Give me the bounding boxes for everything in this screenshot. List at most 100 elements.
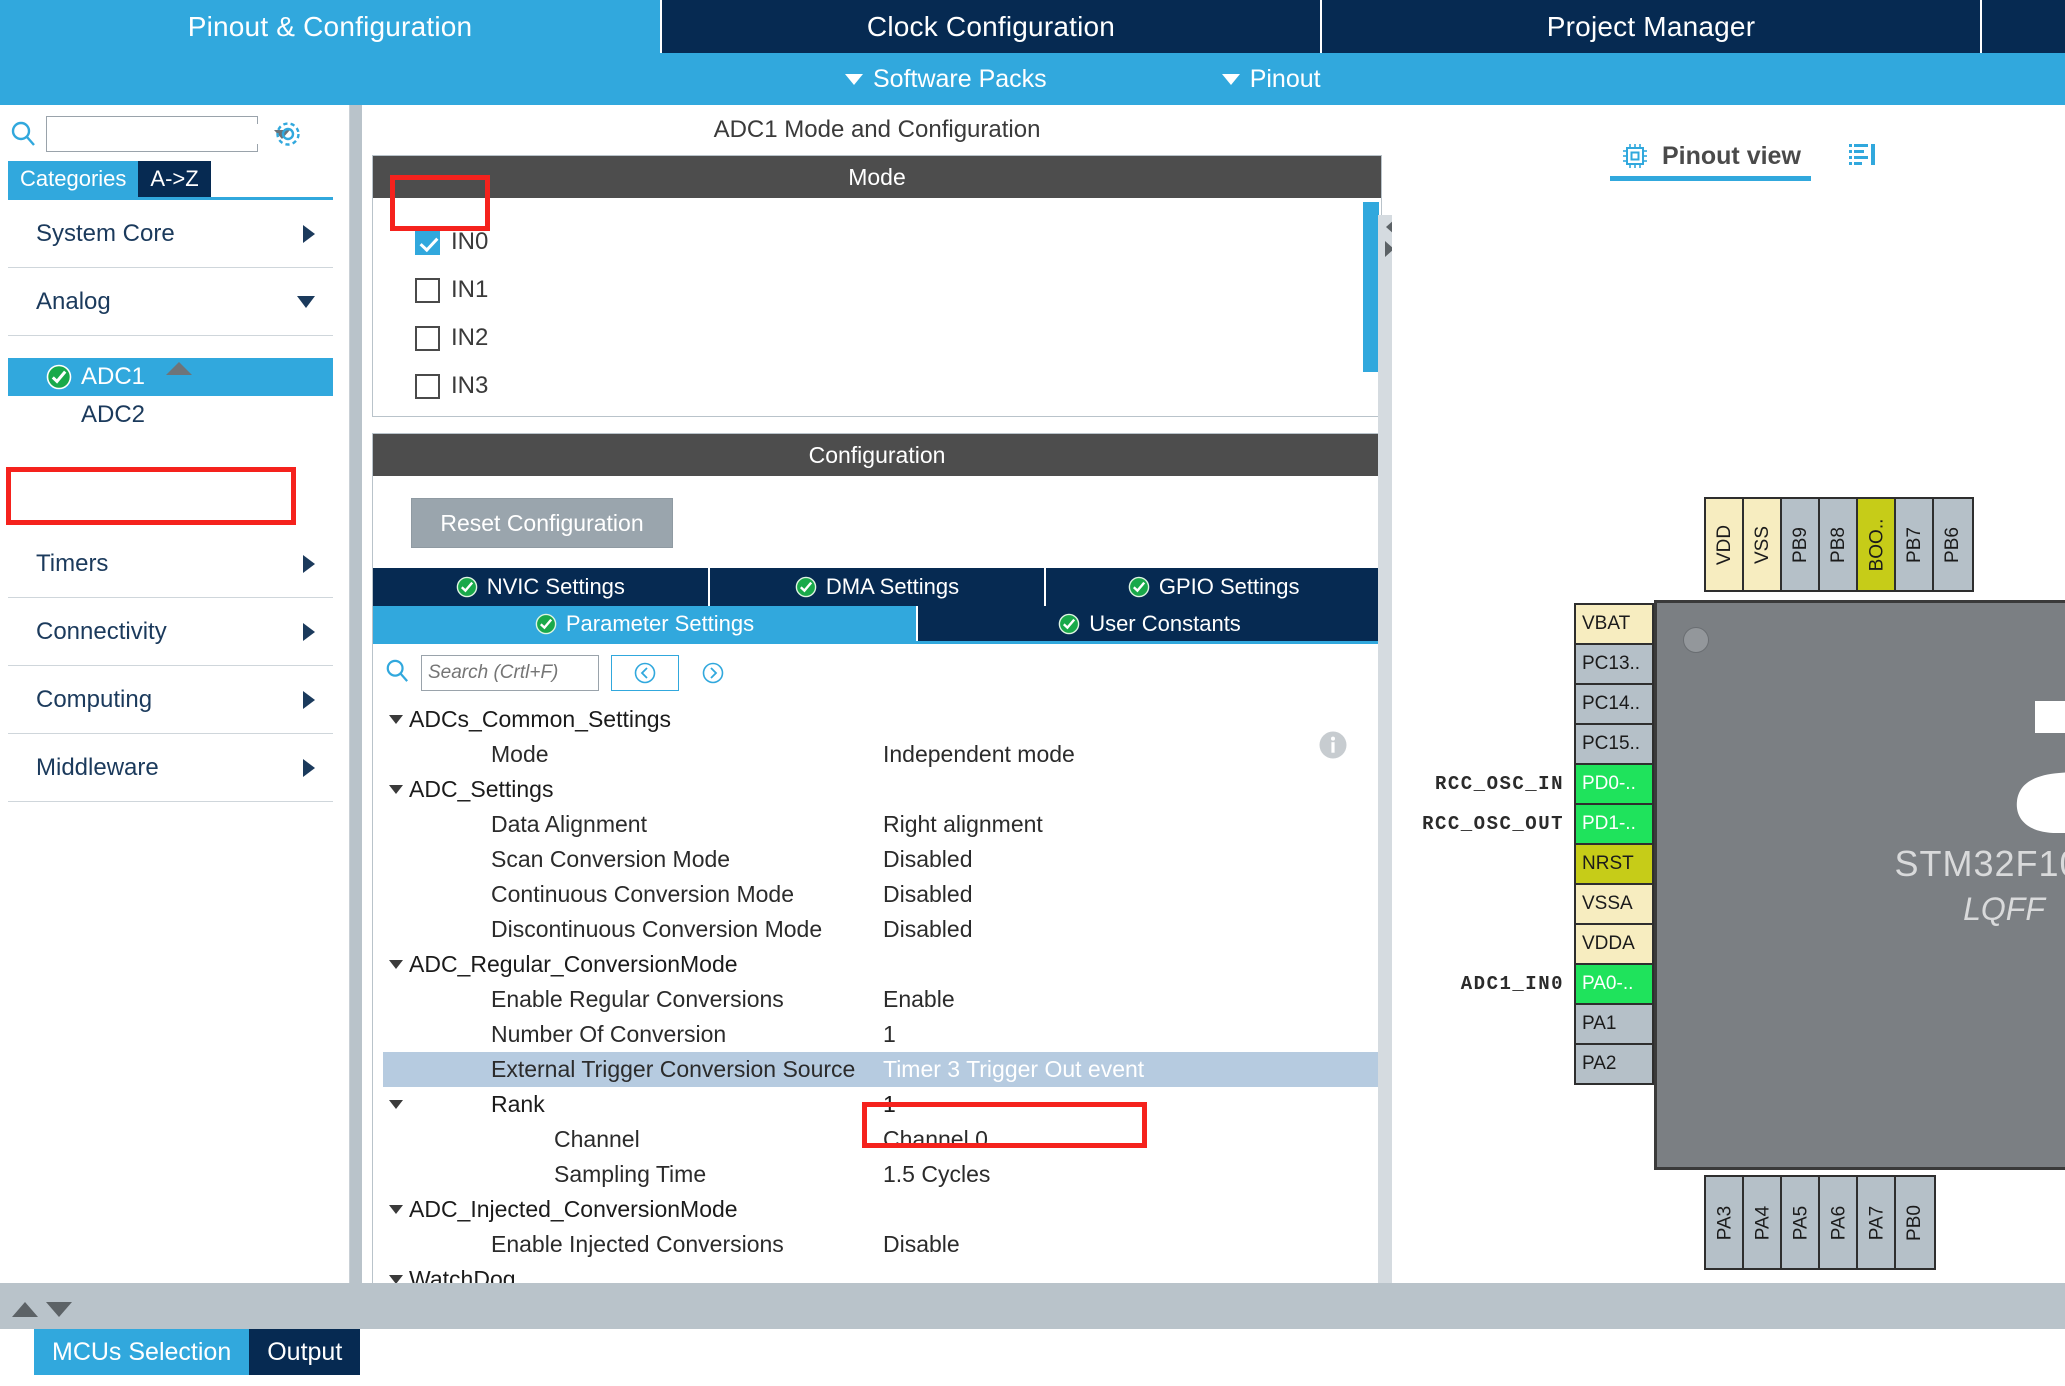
chevron-down-icon[interactable] (383, 1100, 409, 1109)
param-row-continuous-conversion-mode[interactable]: Continuous Conversion Mode Disabled (383, 877, 1381, 912)
pin-bottom[interactable]: PA7 (1856, 1175, 1898, 1270)
chevron-right-circle-icon (700, 660, 726, 686)
chevron-down-icon[interactable] (383, 960, 409, 969)
scroll-up-icon[interactable] (12, 1302, 38, 1317)
tab-system-view[interactable] (1847, 141, 1877, 177)
param-label: ADC_Regular_ConversionMode (409, 951, 738, 978)
param-row-enable-regular-conversions[interactable]: Enable Regular Conversions Enable (383, 982, 1381, 1017)
pin-top[interactable]: VSS (1742, 497, 1784, 592)
tab-mcus-selection[interactable]: MCUs Selection (34, 1329, 249, 1375)
scroll-up-icon[interactable] (166, 362, 192, 375)
pin-left[interactable]: VDDA (1574, 923, 1654, 965)
param-value: Channel 0 (883, 1126, 988, 1153)
search-previous-button[interactable] (611, 655, 679, 691)
param-row-external-trigger-conversion-source[interactable]: External Trigger Conversion Source Timer… (383, 1052, 1381, 1087)
sidebar-item-connectivity[interactable]: Connectivity (8, 598, 333, 666)
settings-gear-button[interactable] (268, 114, 308, 154)
pin-top[interactable]: PB6 (1932, 497, 1974, 592)
tab-nvic-settings[interactable]: NVIC Settings (373, 568, 710, 606)
pin-top[interactable]: BOO.. (1856, 497, 1898, 592)
param-value[interactable]: Timer 3 Trigger Out event (883, 1056, 1144, 1083)
param-row-enable-injected-conversions[interactable]: Enable Injected Conversions Disable (383, 1227, 1381, 1262)
scroll-down-icon[interactable] (46, 1302, 72, 1317)
tab-output[interactable]: Output (249, 1329, 360, 1375)
checkbox-row-in3[interactable]: IN3 (415, 362, 1381, 410)
checkbox-in1[interactable] (415, 278, 440, 303)
pin-top[interactable]: PB7 (1894, 497, 1936, 592)
pin-left[interactable]: PC15.. (1574, 723, 1654, 765)
checkbox-in0[interactable] (415, 230, 440, 255)
pin-left[interactable]: PA1 (1574, 1003, 1654, 1045)
pin-left[interactable]: PC13.. (1574, 643, 1654, 685)
tab-pinout-view[interactable]: Pinout view (1620, 141, 1801, 177)
pin-bottom[interactable]: PA5 (1780, 1175, 1822, 1270)
pin-top[interactable]: PB8 (1818, 497, 1860, 592)
param-group-adc-regular-conversionmode[interactable]: ADC_Regular_ConversionMode (383, 947, 1381, 982)
tab-project-manager[interactable]: Project Manager (1322, 0, 1982, 53)
pin-bottom[interactable]: PB0 (1894, 1175, 1936, 1270)
tab-gpio-settings[interactable]: GPIO Settings (1046, 568, 1381, 606)
chevron-down-icon[interactable] (383, 1205, 409, 1214)
menu-software-packs[interactable]: Software Packs (845, 65, 1047, 94)
pin-bottom[interactable]: PA3 (1704, 1175, 1746, 1270)
tab-clock-configuration[interactable]: Clock Configuration (662, 0, 1322, 53)
param-row-data-alignment[interactable]: Data Alignment Right alignment (383, 807, 1381, 842)
checkbox-row-in0[interactable]: IN0 (415, 218, 1381, 266)
checkbox-in3[interactable] (415, 374, 440, 399)
pin-label: BOO.. (1866, 518, 1888, 571)
param-group-adcs-common-settings[interactable]: ADCs_Common_Settings (383, 702, 1381, 737)
info-button[interactable] (1318, 730, 1348, 760)
checkbox-row-in2[interactable]: IN2 (415, 314, 1381, 362)
checkbox-row-in1[interactable]: IN1 (415, 266, 1381, 314)
sidebar-item-analog[interactable]: Analog (8, 268, 333, 336)
pin-top[interactable]: VDD (1704, 497, 1746, 592)
tab-parameter-settings[interactable]: Parameter Settings (373, 606, 918, 641)
pin-left[interactable]: VBAT (1574, 603, 1654, 645)
search-next-button[interactable] (691, 655, 735, 691)
pin-left[interactable]: PA0-.. (1574, 963, 1654, 1005)
tab-pinout-configuration[interactable]: Pinout & Configuration (0, 0, 662, 53)
pin-left[interactable]: PD1-.. (1574, 803, 1654, 845)
pin-left[interactable]: VSSA (1574, 883, 1654, 925)
pin-left[interactable]: PD0-.. (1574, 763, 1654, 805)
bottom-scroll-bar (0, 1289, 2065, 1329)
sidebar-item-system-core[interactable]: System Core (8, 200, 333, 268)
parameter-search-input[interactable] (428, 662, 592, 684)
tab-output-label: Output (267, 1338, 342, 1367)
pin-left[interactable]: NRST (1574, 843, 1654, 885)
param-row-scan-conversion-mode[interactable]: Scan Conversion Mode Disabled (383, 842, 1381, 877)
center-vertical-scrollbar[interactable] (1378, 215, 1392, 1345)
checkbox-in2[interactable] (415, 326, 440, 351)
param-group-rank[interactable]: Rank 1 (383, 1087, 1381, 1122)
param-group-adc-settings[interactable]: ADC_Settings (383, 772, 1381, 807)
sidebar-search-combo[interactable] (46, 116, 258, 152)
left-splitter[interactable] (350, 105, 362, 1335)
chevron-down-icon[interactable] (383, 785, 409, 794)
param-row-sampling-time[interactable]: Sampling Time 1.5 Cycles (383, 1157, 1381, 1192)
pin-top[interactable]: PB9 (1780, 497, 1822, 592)
menu-pinout[interactable]: Pinout (1222, 65, 1321, 94)
reset-configuration-button[interactable]: Reset Configuration (411, 498, 673, 548)
mode-scrollbar-thumb[interactable] (1363, 202, 1379, 372)
pin-left[interactable]: PC14.. (1574, 683, 1654, 725)
param-row-mode[interactable]: Mode Independent mode (383, 737, 1381, 772)
tab-dma-settings[interactable]: DMA Settings (710, 568, 1047, 606)
param-row-channel[interactable]: Channel Channel 0 (383, 1122, 1381, 1157)
param-row-discontinuous-conversion-mode[interactable]: Discontinuous Conversion Mode Disabled (383, 912, 1381, 947)
pin-bottom[interactable]: PA4 (1742, 1175, 1784, 1270)
param-row-number-of-conversion[interactable]: Number Of Conversion 1 (383, 1017, 1381, 1052)
sidebar-item-middleware[interactable]: Middleware (8, 734, 333, 802)
chevron-down-icon[interactable] (383, 715, 409, 724)
pin-bottom[interactable]: PA6 (1818, 1175, 1860, 1270)
pin-left[interactable]: PA2 (1574, 1043, 1654, 1085)
param-group-adc-injected-conversionmode[interactable]: ADC_Injected_ConversionMode (383, 1192, 1381, 1227)
sidebar-item-adc2[interactable]: ADC2 (8, 396, 333, 434)
sidebar-search-input[interactable] (53, 124, 274, 144)
tab-user-constants[interactable]: User Constants (918, 606, 1381, 641)
info-icon (1318, 730, 1348, 760)
sidebar-item-timers[interactable]: Timers (8, 530, 333, 598)
tab-categories[interactable]: Categories (8, 161, 138, 197)
parameter-search-field[interactable] (421, 655, 599, 691)
sidebar-item-computing[interactable]: Computing (8, 666, 333, 734)
tab-a-to-z[interactable]: A->Z (138, 161, 210, 197)
